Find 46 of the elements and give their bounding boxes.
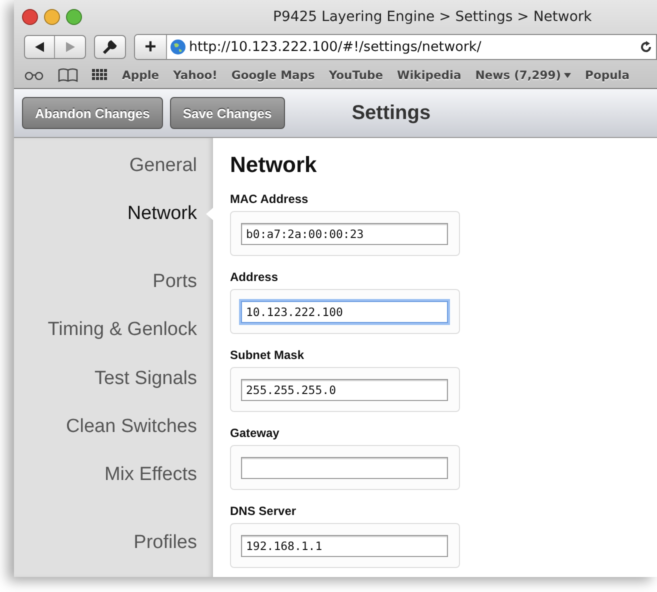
minimize-icon[interactable] [44,9,60,25]
input-field[interactable] [241,456,448,478]
field-label: Address [230,270,280,284]
window-title: P9425 Layering Engine > Settings > Network [273,9,592,25]
zoom-icon[interactable] [66,9,82,25]
glasses-icon[interactable] [24,70,44,80]
bookmark-link[interactable]: Apple [122,68,160,82]
field-label: Gateway [230,426,280,440]
field-label: MAC Address [230,192,310,206]
bookmark-link[interactable]: YouTube [328,68,384,82]
close-icon[interactable] [22,9,38,25]
sidebar-item[interactable]: Network [127,200,213,268]
bookmark-link[interactable]: Yahoo! [173,68,218,82]
header-button[interactable]: Save Changes [170,97,285,129]
sidebar-item[interactable]: Ports [152,268,213,316]
add-button[interactable]: + [135,35,167,59]
wrench-icon [102,39,118,55]
header-button[interactable]: Abandon Changes [22,97,163,129]
globe-icon [170,39,186,55]
field-label: Subnet Mask [230,348,306,362]
sidebar-item[interactable]: Test Signals [94,364,213,413]
bookmark-link[interactable]: Wikipedia [397,68,462,82]
wrench-button[interactable] [94,35,126,59]
page-title: Settings [352,102,431,124]
forward-icon [66,42,74,52]
reload-icon[interactable] [640,41,652,53]
bookmark-link[interactable]: News (7,299) [475,68,572,82]
sidebar-item[interactable]: Clean Switches [66,412,213,461]
input-field[interactable]: 192.168.1.1 [241,534,448,556]
input-field[interactable]: b0:a7:2a:00:00:23 [241,222,448,244]
field-label: DNS Server [230,504,298,518]
sidebar-item[interactable]: Mix Effects [104,460,213,529]
book-icon[interactable] [58,68,78,82]
bookmark-link[interactable]: Popula [585,68,630,82]
input-field[interactable]: 255.255.255.0 [241,378,448,400]
back-icon [35,42,44,52]
address-bar[interactable]: + http://10.123.222.100/#!/settings/network/ [134,34,657,60]
caret-icon [564,72,572,78]
url-text: http://10.123.222.100/#!/settings/network/ [189,39,482,55]
input-field[interactable]: 10.123.222.100 [241,300,448,322]
bookmark-link[interactable]: Google Maps [231,68,315,82]
sidebar-item[interactable]: Timing & Genlock [48,316,213,365]
sidebar-item[interactable]: General [129,152,213,200]
grid-icon[interactable] [92,69,108,81]
section-heading: Network [230,152,318,178]
sidebar-item[interactable]: Profiles [134,528,213,577]
